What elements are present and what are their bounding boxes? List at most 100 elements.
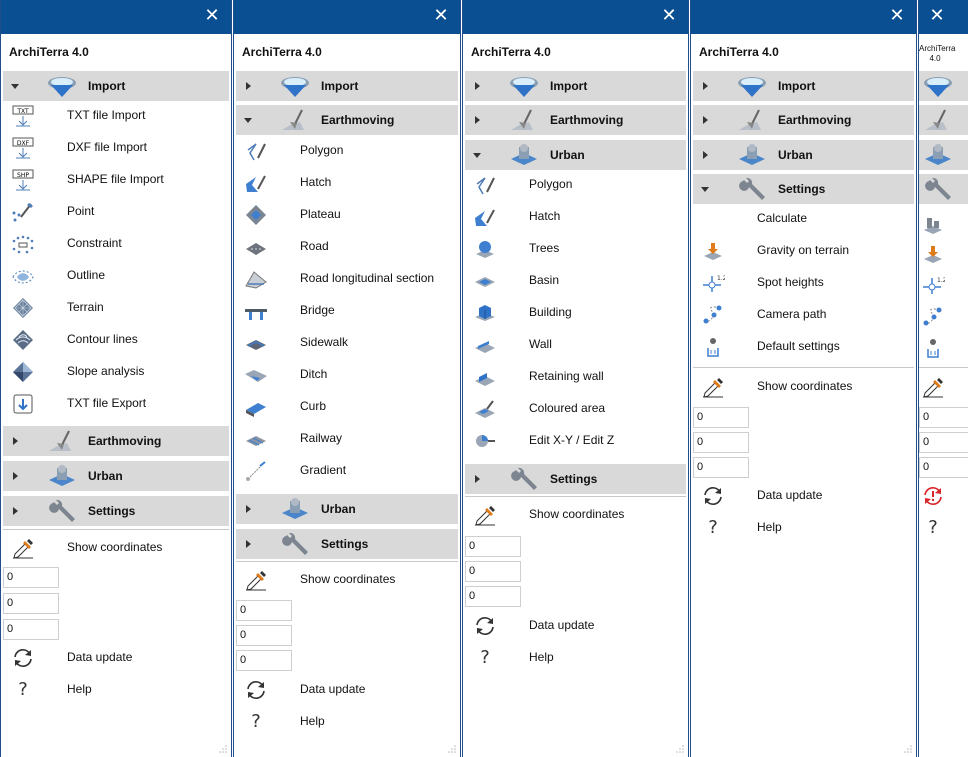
coordinate-x-field[interactable]: 0 (465, 536, 521, 557)
section-import[interactable]: Import (236, 70, 458, 101)
coordinate-y-field[interactable]: 0 (465, 561, 521, 582)
menu-item-basin[interactable]: Basin (465, 266, 686, 296)
menu-item-polygon[interactable]: Polygon (236, 136, 458, 166)
data-update-button[interactable]: Data update (3, 643, 229, 673)
close-button[interactable]: ✕ (431, 5, 451, 27)
menu-item-constraint[interactable]: Constraint (3, 229, 229, 259)
coordinate-z-field[interactable]: 0 (693, 457, 749, 478)
section-settings[interactable]: Settings (3, 495, 229, 526)
menu-item-sidewalk[interactable]: Sidewalk (236, 328, 458, 358)
menu-item-coloured-area[interactable]: Coloured area (465, 394, 686, 424)
resize-grip-icon[interactable] (219, 745, 227, 753)
menu-item-railway[interactable]: Railway (236, 424, 458, 454)
help-button[interactable]: ? Help (236, 707, 458, 737)
menu-item-calculate[interactable]: Calculate (693, 204, 914, 234)
coordinate-z-field[interactable]: 0 (465, 586, 521, 607)
coordinate-y-field[interactable]: 0 (919, 432, 968, 453)
coordinate-z-field[interactable]: 0 (236, 650, 292, 671)
data-update-alert-button[interactable] (919, 481, 968, 511)
section-settings[interactable]: Settings (693, 173, 914, 204)
resize-grip-icon[interactable] (676, 745, 684, 753)
section-urban[interactable]: Urban (3, 460, 229, 491)
section-earthmoving[interactable]: Earthmoving (236, 104, 458, 135)
section-earthmoving[interactable]: Earthmoving (693, 104, 914, 135)
menu-item-txt-export[interactable]: TXT file Export (3, 389, 229, 419)
coordinate-x-field[interactable]: 0 (693, 407, 749, 428)
menu-item-building[interactable]: Building (465, 298, 686, 328)
section-earthmoving[interactable] (919, 104, 968, 135)
show-coordinates-button[interactable] (919, 372, 968, 402)
section-import[interactable]: Import (3, 70, 229, 101)
menu-item-terrain[interactable]: Terrain (3, 293, 229, 323)
menu-item-road[interactable]: Road (236, 232, 458, 262)
resize-grip-icon[interactable] (904, 745, 912, 753)
menu-item-hatch[interactable]: Hatch (465, 202, 686, 232)
close-button[interactable]: ✕ (659, 5, 679, 27)
menu-item-road-longitudinal-section[interactable]: Road longitudinal section (236, 264, 458, 294)
help-button[interactable]: ? Help (693, 513, 914, 543)
section-urban[interactable] (919, 139, 968, 170)
coordinate-x-field[interactable]: 0 (236, 600, 292, 621)
coordinate-y-field[interactable]: 0 (236, 625, 292, 646)
section-settings[interactable]: Settings (465, 463, 686, 494)
camera-path-button[interactable] (919, 302, 968, 332)
section-settings[interactable] (919, 173, 968, 204)
coordinate-x-field[interactable]: 0 (919, 407, 968, 428)
menu-item-gravity-on-terrain[interactable]: Gravity on terrain (693, 236, 914, 266)
menu-item-label: Calculate (757, 211, 808, 225)
show-coordinates-button[interactable]: Show coordinates (236, 565, 458, 595)
section-import[interactable]: Import (465, 70, 686, 101)
calculate-button[interactable] (919, 208, 968, 238)
close-button[interactable]: ✕ (202, 5, 222, 27)
menu-item-shape-import[interactable]: SHP SHAPE file Import (3, 165, 229, 195)
section-import[interactable] (919, 70, 968, 101)
help-button[interactable]: ? (919, 513, 968, 543)
menu-item-edit-xy-z[interactable]: Edit X-Y / Edit Z (465, 426, 686, 456)
spot-heights-button[interactable]: 1.2 (919, 270, 968, 300)
section-earthmoving[interactable]: Earthmoving (3, 425, 229, 456)
menu-item-plateau[interactable]: Plateau (236, 200, 458, 230)
coordinate-z-field[interactable]: 0 (919, 457, 968, 478)
data-update-button[interactable]: Data update (236, 675, 458, 705)
coordinate-y-field[interactable]: 0 (3, 593, 59, 614)
coordinate-z-field[interactable]: 0 (3, 619, 59, 640)
show-coordinates-button[interactable]: Show coordinates (465, 500, 686, 530)
menu-item-dxf-import[interactable]: DXF DXF file Import (3, 133, 229, 163)
menu-item-slope-analysis[interactable]: Slope analysis (3, 357, 229, 387)
close-button[interactable]: ✕ (887, 5, 907, 27)
section-urban[interactable]: Urban (465, 139, 686, 170)
show-coordinates-button[interactable]: Show coordinates (3, 533, 229, 563)
menu-item-bridge[interactable]: Bridge (236, 296, 458, 326)
menu-item-camera-path[interactable]: Camera path (693, 300, 914, 330)
menu-item-gradient[interactable]: Gradient (236, 456, 458, 486)
menu-item-txt-import[interactable]: TXT TXT file Import (3, 101, 229, 131)
menu-item-trees[interactable]: Trees (465, 234, 686, 264)
help-button[interactable]: ? Help (3, 675, 229, 705)
section-earthmoving[interactable]: Earthmoving (465, 104, 686, 135)
show-coordinates-button[interactable]: Show coordinates (693, 372, 914, 402)
menu-item-spot-heights[interactable]: 1.2 Spot heights (693, 268, 914, 298)
coordinate-y-field[interactable]: 0 (693, 432, 749, 453)
menu-item-outline[interactable]: Outline (3, 261, 229, 291)
help-button[interactable]: ? Help (465, 643, 686, 673)
menu-item-hatch[interactable]: Hatch (236, 168, 458, 198)
resize-grip-icon[interactable] (448, 745, 456, 753)
coordinate-x-field[interactable]: 0 (3, 567, 59, 588)
menu-item-point[interactable]: Point (3, 197, 229, 227)
menu-item-ditch[interactable]: Ditch (236, 360, 458, 390)
data-update-button[interactable]: Data update (693, 481, 914, 511)
menu-item-wall[interactable]: Wall (465, 330, 686, 360)
close-button[interactable]: ✕ (927, 5, 947, 27)
data-update-button[interactable]: Data update (465, 611, 686, 641)
menu-item-curb[interactable]: Curb (236, 392, 458, 422)
section-urban[interactable]: Urban (693, 139, 914, 170)
menu-item-contour-lines[interactable]: Contour lines (3, 325, 229, 355)
menu-item-retaining-wall[interactable]: Retaining wall (465, 362, 686, 392)
gravity-on-terrain-button[interactable] (919, 239, 968, 269)
section-import[interactable]: Import (693, 70, 914, 101)
section-settings[interactable]: Settings (236, 528, 458, 559)
section-urban[interactable]: Urban (236, 493, 458, 524)
default-settings-button[interactable] (919, 333, 968, 363)
menu-item-default-settings[interactable]: Default settings (693, 332, 914, 362)
menu-item-polygon[interactable]: Polygon (465, 170, 686, 200)
